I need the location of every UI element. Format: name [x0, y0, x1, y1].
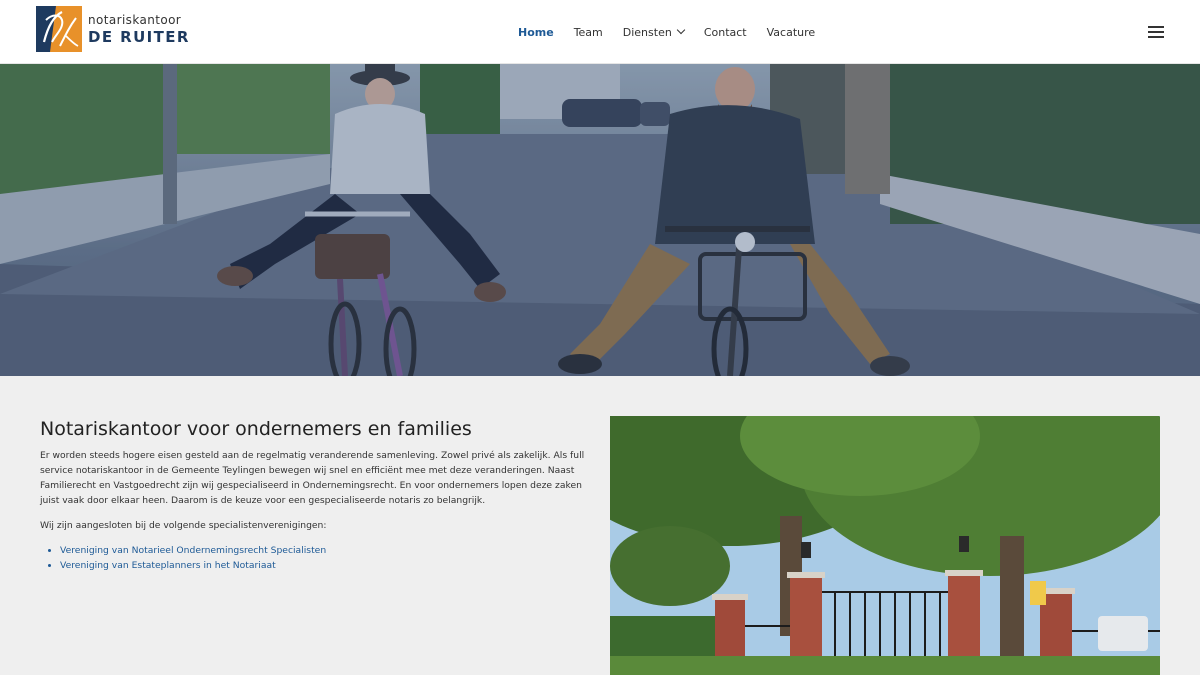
associations-intro: Wij zijn aangesloten bij de volgende spe…	[40, 520, 327, 531]
intro-section: Notariskantoor voor ondernemers en famil…	[0, 376, 1200, 675]
main-navigation: Home Team Diensten Contact Vacature	[518, 0, 835, 64]
nav-label: Vacature	[766, 25, 816, 39]
list-item: Vereniging van Estateplanners in het Not…	[60, 558, 596, 573]
nav-label: Home	[518, 25, 554, 39]
logo[interactable]: notariskantoor DE RUITER	[36, 6, 190, 52]
office-gate-photo	[610, 416, 1160, 675]
nav-item-home[interactable]: Home	[518, 26, 554, 39]
list-item: Vereniging van Notarieel Ondernemingsrec…	[60, 543, 596, 558]
site-header: notariskantoor DE RUITER Home Team Diens…	[0, 0, 1200, 64]
hamburger-icon[interactable]	[1148, 26, 1164, 38]
intro-text: Notariskantoor voor ondernemers en famil…	[40, 416, 596, 573]
nav-item-team[interactable]: Team	[574, 26, 603, 39]
associations-list: Vereniging van Notarieel Ondernemingsrec…	[40, 543, 596, 573]
association-link-estateplanners[interactable]: Vereniging van Estateplanners in het Not…	[60, 560, 276, 571]
chevron-down-icon	[676, 25, 686, 35]
brand-name-bottom: DE RUITER	[88, 27, 190, 46]
nav-item-vacature[interactable]: Vacature	[767, 26, 816, 39]
nav-label: Team	[573, 25, 603, 39]
logo-mark-icon	[36, 6, 82, 52]
association-link-ondernemingsrecht[interactable]: Vereniging van Notarieel Ondernemingsrec…	[60, 545, 326, 556]
nav-label: Contact	[703, 25, 747, 39]
hero-image	[0, 64, 1200, 376]
intro-paragraph: Er worden steeds hogere eisen gesteld aa…	[40, 450, 585, 506]
gate-illustration	[610, 416, 1160, 675]
nav-item-diensten[interactable]: Diensten	[622, 25, 686, 39]
page-title: Notariskantoor voor ondernemers en famil…	[40, 418, 472, 440]
brand-name-top: notariskantoor	[88, 12, 182, 27]
nav-label: Diensten	[622, 25, 672, 39]
nav-item-contact[interactable]: Contact	[704, 26, 747, 39]
